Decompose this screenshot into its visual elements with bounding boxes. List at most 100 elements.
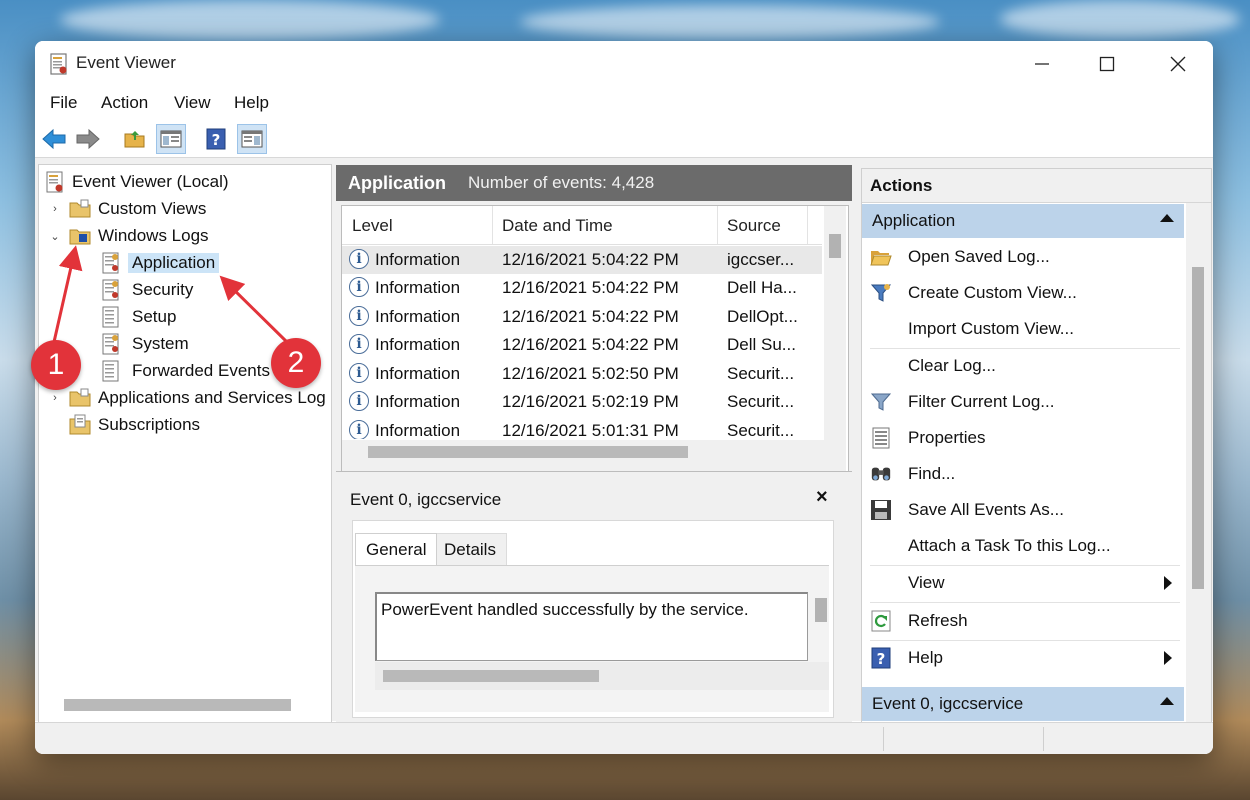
action-attach-task[interactable]: Attach a Task To this Log... <box>862 529 1184 563</box>
action-import-custom-view[interactable]: Import Custom View... <box>862 312 1184 346</box>
actions-vertical-scrollbar[interactable] <box>1186 203 1211 722</box>
tree-label: Windows Logs <box>98 226 209 245</box>
table-row[interactable]: i Information 12/16/2021 5:02:19 PM Secu… <box>342 388 822 416</box>
window-title: Event Viewer <box>76 53 176 72</box>
show-hide-action-pane-icon <box>241 130 263 148</box>
cell-datetime: 12/16/2021 5:02:50 PM <box>502 364 679 383</box>
action-label: Clear Log... <box>908 356 996 375</box>
collapse-triangle-icon[interactable] <box>1160 697 1174 705</box>
table-row[interactable]: i Information 12/16/2021 5:04:22 PM igcc… <box>342 246 822 274</box>
column-header-level[interactable]: Level <box>352 216 393 236</box>
table-row[interactable]: i Information 12/16/2021 5:01:31 PM Secu… <box>342 417 822 439</box>
help-toolbar-button[interactable]: ? <box>201 124 231 154</box>
tree-item-custom-views[interactable]: › Custom Views <box>49 196 206 222</box>
annotation-badge-1: 1 <box>31 340 81 390</box>
chevron-down-icon[interactable]: ⌄ <box>49 230 61 243</box>
tree-item-event-viewer-local[interactable]: Event Viewer (Local) <box>45 169 229 195</box>
cell-level: Information <box>375 392 461 411</box>
action-clear-log[interactable]: Clear Log... <box>862 349 1184 383</box>
column-divider[interactable] <box>717 206 718 244</box>
menu-view[interactable]: View <box>174 93 211 113</box>
show-hide-action-pane-button[interactable] <box>237 124 267 154</box>
table-row[interactable]: i Information 12/16/2021 5:04:22 PM Dell… <box>342 274 822 302</box>
actions-title-bar: Actions <box>862 169 1211 203</box>
tree-item-setup[interactable]: Setup <box>101 304 176 330</box>
events-vertical-scrollbar[interactable] <box>824 206 846 440</box>
action-label: Import Custom View... <box>908 319 1074 338</box>
action-label: Save All Events As... <box>908 500 1064 519</box>
tree-item-applications-and-services-logs[interactable]: › Applications and Services Log <box>49 385 326 411</box>
scrollbar-thumb[interactable] <box>64 699 291 711</box>
scrollbar-thumb[interactable] <box>1192 267 1204 589</box>
svg-text:?: ? <box>212 131 221 149</box>
action-properties[interactable]: Properties <box>862 421 1184 455</box>
close-button[interactable] <box>1143 41 1213 87</box>
table-row[interactable]: i Information 12/16/2021 5:04:22 PM Dell… <box>342 303 822 331</box>
tree-item-application[interactable]: Application <box>101 250 220 276</box>
information-icon: i <box>349 249 369 269</box>
collapse-triangle-icon[interactable] <box>1160 214 1174 222</box>
scrollbar-thumb[interactable] <box>383 670 599 682</box>
background-cloud <box>60 0 440 40</box>
folder-icon <box>69 388 91 407</box>
column-divider[interactable] <box>807 206 808 244</box>
tree-item-windows-logs[interactable]: ⌄ Windows Logs <box>49 223 209 249</box>
show-hide-tree-button[interactable] <box>156 124 186 154</box>
svg-text:?: ? <box>877 650 886 668</box>
menu-help[interactable]: Help <box>234 93 269 113</box>
tab-general[interactable]: General <box>355 533 438 566</box>
maximize-button[interactable] <box>1072 41 1142 87</box>
close-icon[interactable]: × <box>816 486 828 509</box>
title-bar[interactable]: Event Viewer <box>35 41 1213 87</box>
tree-horizontal-scrollbar[interactable] <box>39 693 331 719</box>
actions-section-event[interactable]: Event 0, igccservice <box>862 687 1184 721</box>
tree-item-subscriptions[interactable]: Subscriptions <box>69 412 200 438</box>
action-help-submenu[interactable]: ? Help <box>862 641 1184 675</box>
menu-file[interactable]: File <box>50 93 77 113</box>
information-icon: i <box>349 391 369 411</box>
back-button[interactable] <box>39 124 69 154</box>
tree-item-system[interactable]: System <box>101 331 189 357</box>
scrollbar-thumb[interactable] <box>815 598 827 622</box>
status-bar <box>35 722 1213 754</box>
help-icon: ? <box>870 647 892 669</box>
cell-source: Securit... <box>727 392 795 411</box>
scrollbar-thumb[interactable] <box>368 446 688 458</box>
event-count: Number of events: 4,428 <box>468 173 655 192</box>
menu-action[interactable]: Action <box>101 93 148 113</box>
table-row[interactable]: i Information 12/16/2021 5:02:50 PM Secu… <box>342 360 822 388</box>
chevron-right-icon[interactable]: › <box>49 203 61 215</box>
cell-source: Dell Su... <box>727 335 796 354</box>
status-bar-divider <box>1043 727 1044 751</box>
column-header-source[interactable]: Source <box>727 216 781 236</box>
actions-section-application[interactable]: Application <box>862 204 1184 238</box>
close-icon <box>1170 56 1186 72</box>
tree-item-security[interactable]: Security <box>101 277 193 303</box>
events-horizontal-scrollbar[interactable] <box>342 440 846 472</box>
forward-button[interactable] <box>73 124 103 154</box>
action-label: Filter Current Log... <box>908 392 1055 411</box>
filter-icon <box>870 391 892 413</box>
tree-item-forwarded-events[interactable]: Forwarded Events <box>101 358 270 384</box>
description-horizontal-scrollbar[interactable] <box>375 662 829 690</box>
chevron-right-icon[interactable]: › <box>49 392 61 404</box>
background-cloud <box>1000 0 1240 38</box>
action-filter-current-log[interactable]: Filter Current Log... <box>862 385 1184 419</box>
log-icon <box>102 279 119 301</box>
information-icon: i <box>349 420 369 439</box>
action-find[interactable]: Find... <box>862 457 1184 491</box>
cell-datetime: 12/16/2021 5:04:22 PM <box>502 250 679 269</box>
cell-source: Securit... <box>727 364 795 383</box>
table-row[interactable]: i Information 12/16/2021 5:04:22 PM Dell… <box>342 331 822 359</box>
column-header-date-time[interactable]: Date and Time <box>502 216 613 236</box>
minimize-button[interactable] <box>1007 41 1077 87</box>
action-view-submenu[interactable]: View <box>862 566 1184 600</box>
action-refresh[interactable]: Refresh <box>862 604 1184 638</box>
up-folder-button[interactable] <box>120 124 150 154</box>
action-save-all-events-as[interactable]: Save All Events As... <box>862 493 1184 527</box>
action-create-custom-view[interactable]: Create Custom View... <box>862 276 1184 310</box>
column-divider[interactable] <box>492 206 493 244</box>
tab-details[interactable]: Details <box>433 533 507 567</box>
action-open-saved-log[interactable]: Open Saved Log... <box>862 240 1184 274</box>
scrollbar-thumb[interactable] <box>829 234 841 258</box>
